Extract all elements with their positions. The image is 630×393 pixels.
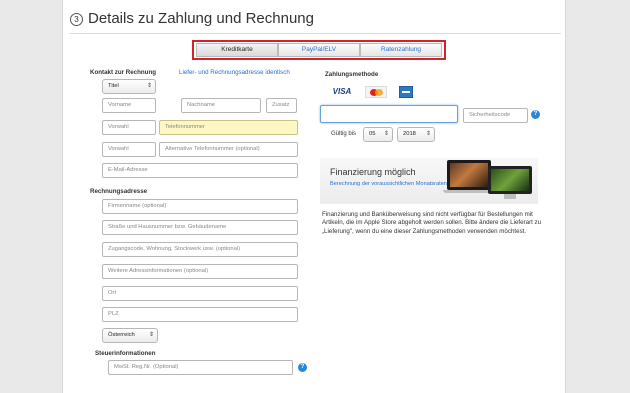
last-name-input[interactable]: Nachname — [181, 98, 261, 113]
country-select[interactable]: Österreich ⇕ — [102, 328, 158, 343]
security-code-help-icon[interactable]: ? — [531, 110, 540, 119]
mastercard-icon — [365, 86, 387, 98]
tab-ratenzahlung[interactable]: Ratenzahlung — [360, 43, 442, 57]
financing-title: Finanzierung möglich — [330, 167, 416, 177]
card-number-input[interactable] — [320, 105, 458, 123]
phone-input[interactable]: Telefonnummer — [159, 120, 298, 135]
street-input[interactable]: Straße und Hausnummer bzw. Gebäudename — [102, 220, 298, 235]
salutation-select[interactable]: Titel ⇕ — [102, 79, 156, 94]
suffix-input[interactable]: Zusatz — [266, 98, 297, 113]
expiry-month-select[interactable]: 05 ⇕ — [363, 127, 393, 142]
first-name-input[interactable]: Vorname — [102, 98, 156, 113]
tab-paypal-elv[interactable]: PayPal/ELV — [278, 43, 360, 57]
alt-area-code-input[interactable]: Vorwahl — [102, 142, 156, 157]
amex-icon — [399, 86, 413, 98]
select-arrows-icon: ⇕ — [383, 131, 389, 137]
expiry-year-value: 2018 — [403, 131, 416, 137]
city-input[interactable]: Ort — [102, 286, 298, 301]
checkout-panel: 3 Details zu Zahlung und Rechnung Kredit… — [62, 0, 566, 393]
page-title: Details zu Zahlung und Rechnung — [88, 10, 314, 27]
step-number-badge: 3 — [70, 13, 83, 26]
tax-heading: Steuerinformationen — [95, 350, 156, 357]
imac-image — [488, 166, 532, 200]
salutation-value: Titel — [108, 83, 119, 89]
valid-until-label: Gültig bis — [331, 131, 357, 137]
tab-kreditkarte[interactable]: Kreditkarte — [196, 43, 278, 57]
financing-link[interactable]: Berechnung der voraussichtlichen Monatsr… — [330, 181, 460, 188]
same-address-link[interactable]: Liefer- und Rechnungsadresse identisch — [179, 69, 290, 76]
vat-help-icon[interactable]: ? — [298, 363, 307, 372]
zip-input[interactable]: PLZ — [102, 307, 298, 322]
expiry-month-value: 05 — [369, 131, 376, 137]
financing-promo: Finanzierung möglich Berechnung der vora… — [320, 158, 538, 204]
area-code-input[interactable]: Vorwahl — [102, 120, 156, 135]
company-input[interactable]: Firmenname (optional) — [102, 199, 298, 214]
select-arrows-icon: ⇕ — [148, 332, 154, 338]
visa-icon: VISA — [332, 87, 352, 96]
divider — [69, 33, 561, 34]
contact-heading: Kontakt zur Rechnung — [90, 69, 156, 76]
select-arrows-icon: ⇕ — [425, 131, 431, 137]
access-code-input[interactable]: Zugangscode, Wohnung, Stockwerk usw. (op… — [102, 242, 298, 257]
alt-phone-input[interactable]: Alternative Telefonnummer (optional) — [159, 142, 298, 157]
extra-address-input[interactable]: Weitere Adressinformationen (optional) — [102, 264, 298, 279]
vat-number-input[interactable]: MwSt. Reg.Nr. (Optional) — [108, 360, 293, 375]
financing-info-text: Finanzierung und Banküberweisung sind ni… — [322, 211, 542, 235]
payment-heading: Zahlungsmethode — [325, 71, 379, 78]
email-input[interactable]: E-Mail-Adresse — [102, 163, 298, 178]
billing-heading: Rechnungsadresse — [90, 188, 148, 195]
expiry-year-select[interactable]: 2018 ⇕ — [397, 127, 435, 142]
country-value: Österreich — [108, 332, 135, 338]
select-arrows-icon: ⇕ — [146, 83, 152, 89]
security-code-input[interactable]: Sicherheitscode — [463, 108, 528, 123]
